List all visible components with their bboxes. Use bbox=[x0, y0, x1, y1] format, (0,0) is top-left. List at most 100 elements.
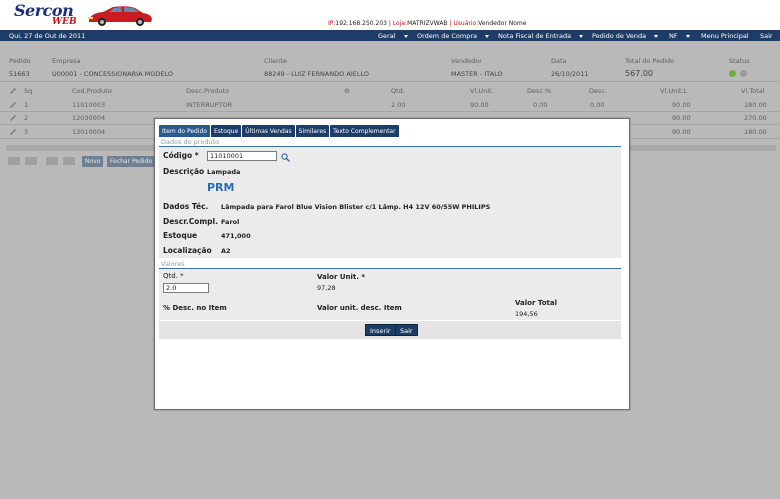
valor-total-value: 194,56 bbox=[515, 310, 538, 318]
descr-compl-value: Farol bbox=[221, 218, 240, 226]
order-cliente-value: 88249 - LUIZ FERNANDO AIELLO bbox=[264, 70, 369, 78]
desc-item-label: % Desc. no Item bbox=[163, 304, 227, 312]
items-header-total: Vl.Total bbox=[741, 87, 765, 95]
row-sq: 2 bbox=[24, 114, 29, 122]
section-title-valores: Valores bbox=[161, 260, 185, 268]
chevron-down-icon bbox=[403, 34, 408, 38]
row-total: 180.00 bbox=[744, 128, 767, 136]
chevron-down-icon bbox=[685, 34, 690, 38]
sair-button[interactable]: Sair bbox=[395, 324, 418, 336]
edit-pencil-icon[interactable] bbox=[9, 114, 17, 121]
estoque-value: 471,000 bbox=[221, 232, 251, 240]
last-page-icon[interactable] bbox=[63, 157, 75, 165]
codigo-input[interactable] bbox=[207, 151, 277, 161]
order-header-total: Total do Pedido bbox=[625, 57, 675, 65]
row-cod: 13010004 bbox=[72, 128, 106, 136]
descricao-label: Descrição bbox=[163, 167, 205, 176]
order-header-status: Status bbox=[729, 57, 750, 65]
next-page-icon[interactable] bbox=[46, 157, 58, 165]
tab-texto-complementar[interactable]: Texto Complementar bbox=[330, 125, 399, 137]
items-header-cod: Cod.Produto bbox=[72, 87, 112, 95]
menu-label: Ordem de Compra bbox=[417, 32, 478, 40]
row-vlunitl: 90.00 bbox=[672, 114, 691, 122]
app-header: Sercon WEB IP:192.168.250.203 | Loja:MAT… bbox=[0, 0, 780, 30]
brand-name: PRM bbox=[207, 181, 235, 194]
chevron-down-icon bbox=[485, 34, 490, 38]
menu-label: Sair bbox=[760, 32, 773, 40]
menu-nf[interactable]: NF bbox=[669, 32, 690, 40]
descricao-value: Lampada bbox=[207, 168, 241, 176]
edit-pencil-icon[interactable] bbox=[9, 101, 17, 108]
order-empresa-value: U00001 - CONCESSIONARIA MODELO bbox=[52, 70, 173, 78]
order-header-cliente: Cliente bbox=[264, 57, 287, 65]
order-header-vendedor: Vendedor bbox=[451, 57, 482, 65]
localizacao-value: A2 bbox=[221, 247, 231, 255]
items-header-desc-v: Desc. bbox=[589, 87, 608, 95]
edit-pencil-icon bbox=[10, 88, 16, 94]
menu-label: Menu Principal bbox=[701, 32, 749, 40]
qtd-label: Qtd. * bbox=[163, 272, 184, 280]
session-info: IP:192.168.250.203 | Loja:MATRIZVWAB | U… bbox=[328, 20, 526, 27]
chevron-down-icon bbox=[654, 34, 659, 38]
row-total: 180.00 bbox=[744, 101, 767, 109]
row-desc-v: 0.00 bbox=[590, 101, 605, 109]
items-header-sq: Sq bbox=[24, 87, 33, 95]
fechar-pedido-button[interactable]: Fechar Pedido bbox=[107, 156, 156, 167]
valor-unit-label: Valor Unit. * bbox=[317, 273, 366, 281]
valor-total-label: Valor Total bbox=[515, 299, 557, 307]
edit-pencil-icon[interactable] bbox=[9, 128, 17, 135]
chevron-down-icon bbox=[579, 34, 584, 38]
loja-value: MATRIZVWAB bbox=[407, 20, 448, 27]
novo-button[interactable]: Novo bbox=[82, 156, 104, 167]
valores-panel bbox=[159, 269, 621, 320]
search-icon[interactable] bbox=[281, 153, 290, 162]
tab-ultimas-vendas[interactable]: Últimas Vendas bbox=[242, 125, 295, 137]
loja-label: Loja: bbox=[392, 20, 408, 27]
order-vendedor-value: MASTER - ITALO bbox=[451, 70, 503, 78]
car-logo-icon bbox=[88, 6, 152, 26]
row-vlunit: 90.00 bbox=[470, 101, 489, 109]
row-descp: 0.00 bbox=[533, 101, 548, 109]
menu-ordem-de-compra[interactable]: Ordem de Compra bbox=[417, 32, 490, 40]
first-page-icon[interactable] bbox=[8, 157, 20, 165]
order-data-value: 26/10/2011 bbox=[551, 70, 589, 78]
row-sq: 3 bbox=[24, 128, 29, 136]
prev-page-icon[interactable] bbox=[25, 157, 37, 165]
localizacao-label: Localização bbox=[163, 246, 212, 255]
menu-nota-fiscal-entrada[interactable]: Nota Fiscal de Entrada bbox=[498, 32, 584, 40]
main-menubar: Qui, 27 de Out de 2011 Geral Ordem de Co… bbox=[0, 30, 780, 41]
qtd-input[interactable] bbox=[163, 283, 209, 293]
row-desc: INTERRUPTOR bbox=[186, 101, 233, 109]
items-header-vlunit: Vl.Unit. bbox=[470, 87, 494, 95]
order-header-data: Data bbox=[551, 57, 567, 65]
order-pedido-value: 51663 bbox=[9, 70, 30, 78]
menu-label: Pedido de Venda bbox=[592, 32, 647, 40]
menu-label: Nota Fiscal de Entrada bbox=[498, 32, 572, 40]
row-cod: 11010003 bbox=[72, 101, 106, 109]
row-vlunitl: 90.00 bbox=[672, 128, 691, 136]
status-grey-icon bbox=[740, 70, 747, 77]
tab-similares[interactable]: Similares bbox=[295, 125, 330, 137]
menu-principal[interactable]: Menu Principal bbox=[701, 32, 749, 40]
menu-label: NF bbox=[669, 32, 678, 40]
menu-pedido-de-venda[interactable]: Pedido de Venda bbox=[592, 32, 659, 40]
item-pedido-dialog: Item do Pedido Estoque Últimas Vendas Si… bbox=[154, 118, 630, 410]
descr-compl-label: Descr.Compl. bbox=[163, 217, 218, 226]
menu-sair[interactable]: Sair bbox=[760, 32, 773, 40]
tab-estoque[interactable]: Estoque bbox=[211, 125, 242, 137]
inserir-button[interactable]: Inserir bbox=[365, 324, 396, 336]
codigo-label: Código * bbox=[163, 151, 199, 160]
menu-label: Geral bbox=[378, 32, 396, 40]
tab-item-do-pedido[interactable]: Item do Pedido bbox=[159, 125, 211, 137]
settings-gear-icon: ⚙ bbox=[344, 87, 350, 95]
usuario-label: Usuário: bbox=[453, 20, 479, 27]
estoque-label: Estoque bbox=[163, 231, 198, 240]
divider bbox=[0, 111, 780, 112]
current-date: Qui, 27 de Out de 2011 bbox=[9, 32, 86, 40]
valor-unit-value: 97,28 bbox=[317, 284, 336, 292]
menu-geral[interactable]: Geral bbox=[378, 32, 408, 40]
items-header-vlunitl: Vl.Unit.L bbox=[660, 87, 688, 95]
sercon-logo[interactable]: Sercon WEB bbox=[14, 3, 84, 29]
row-cod: 12030004 bbox=[72, 114, 106, 122]
row-sq: 1 bbox=[24, 101, 29, 109]
